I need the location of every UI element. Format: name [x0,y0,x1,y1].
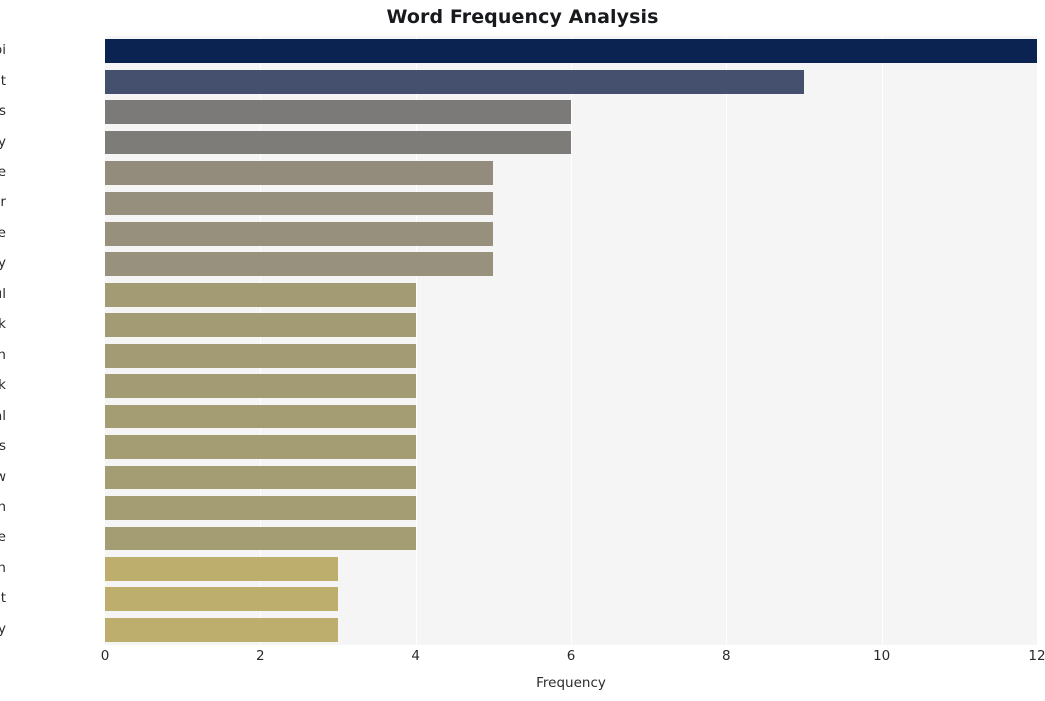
bar[interactable] [105,617,338,642]
x-axis-tick-label: 6 [566,648,576,664]
bar-row[interactable] [105,343,1037,368]
gridline [726,36,728,645]
bar-row[interactable] [105,69,1037,94]
bar[interactable] [105,435,416,459]
bar[interactable] [105,69,804,94]
y-axis-label: backdoor [0,194,6,211]
y-axis-label: international [0,407,6,424]
y-axis-label: ban [0,346,6,363]
bar[interactable] [105,130,571,155]
gridline [415,36,417,645]
y-axis-label: surveillance [0,164,6,181]
bar-row[interactable] [105,161,1037,185]
bar[interactable] [105,374,416,399]
y-axis-label: agencies [0,438,6,455]
x-axis-tick-label: 4 [411,648,420,664]
y-axis-label: know [0,468,6,485]
y-axis-label: activity [0,620,6,637]
y-axis-label: spy [0,255,6,272]
x-axis-title: Frequency [536,675,606,691]
bar-row[interactable] [105,404,1037,429]
bar[interactable] [105,161,494,185]
bar-row[interactable] [105,374,1037,399]
x-axis-tick-label: 0 [100,648,110,664]
x-axis-tick-label: 8 [722,648,731,664]
bar-row[interactable] [105,100,1037,124]
y-axis-label: attempt [0,590,6,607]
x-axis-tick-label: 10 [873,648,891,664]
bar[interactable] [105,496,416,520]
y-axis-label: tiktok [0,316,6,333]
bar-row[interactable] [105,496,1037,520]
x-axis-tick-label: 12 [1028,648,1045,664]
y-axis-label: agency [0,133,6,150]
chart-title: Word Frequency Analysis [386,6,659,28]
bar-row[interactable] [105,435,1037,459]
gridline [571,36,572,645]
y-axis-label: sputnik [0,377,6,394]
bar[interactable] [105,404,416,429]
bar-row[interactable] [105,252,1037,277]
bar[interactable] [105,343,416,368]
gridline [260,36,262,645]
bar[interactable] [105,282,416,307]
bar[interactable] [105,191,494,216]
bar-row[interactable] [105,526,1037,551]
bar[interactable] [105,100,571,124]
bar-row[interactable] [105,282,1037,307]
y-axis-label: panopticon [0,559,6,576]
y-axis-label: fbi [0,42,6,59]
bar-row[interactable] [105,556,1037,581]
bar-row[interactable] [105,587,1037,612]
bar[interactable] [105,39,1037,64]
y-axis-label: tech [0,498,6,515]
bar[interactable] [105,587,338,612]
bar-row[interactable] [105,39,1037,64]
bar[interactable] [105,556,338,581]
y-axis-label: backdoors [0,103,6,120]
bar-row[interactable] [105,222,1037,246]
plot-area [105,36,1037,645]
y-axis-label: intelligence [0,224,6,241]
word-frequency-bar-chart: Word Frequency Analysis fbi government bac… [0,0,1045,701]
bar-row[interactable] [105,191,1037,216]
bar[interactable] [105,526,416,551]
bar-row[interactable] [105,313,1037,338]
bar-row[interactable] [105,130,1037,155]
bar[interactable] [105,222,494,246]
gridline [881,36,883,645]
bar[interactable] [105,465,416,490]
bar[interactable] [105,252,494,277]
bar-row[interactable] [105,617,1037,642]
bar-row[interactable] [105,465,1037,490]
y-axis-label: powerful [0,285,6,302]
bar[interactable] [105,313,416,338]
y-axis-label: government [0,72,6,89]
x-axis-tick-label: 2 [256,648,265,664]
y-axis-label: chinese [0,529,6,546]
